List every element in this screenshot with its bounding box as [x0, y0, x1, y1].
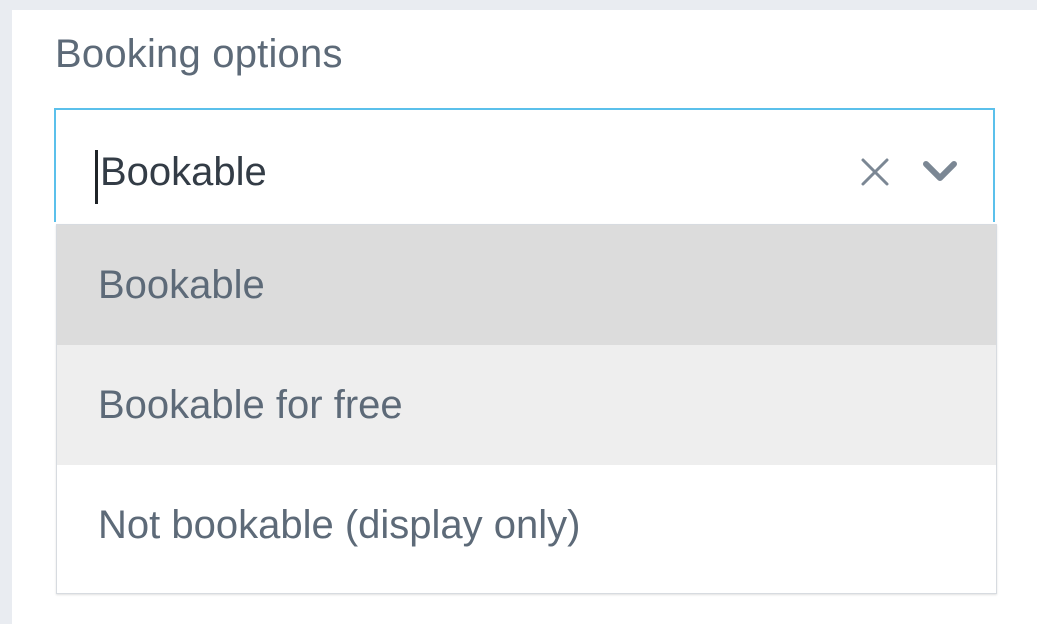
options-menu: Bookable Bookable for free Not bookable … — [56, 224, 997, 594]
option-label: Bookable for free — [98, 383, 403, 427]
option-label: Not bookable (display only) — [98, 503, 581, 547]
form-panel: Booking options Bookable Bookable Bookab… — [12, 10, 1037, 624]
option-bookable-for-free[interactable]: Bookable for free — [57, 345, 996, 465]
option-bookable[interactable]: Bookable — [57, 225, 996, 345]
text-cursor — [95, 150, 98, 204]
option-label: Bookable — [98, 263, 265, 307]
booking-options-label: Booking options — [55, 32, 343, 76]
chevron-down-icon[interactable] — [922, 158, 958, 186]
close-icon[interactable] — [858, 155, 892, 189]
select-value[interactable]: Bookable — [100, 146, 267, 198]
booking-options-select[interactable]: Bookable — [54, 108, 995, 222]
option-not-bookable[interactable]: Not bookable (display only) — [57, 465, 996, 585]
